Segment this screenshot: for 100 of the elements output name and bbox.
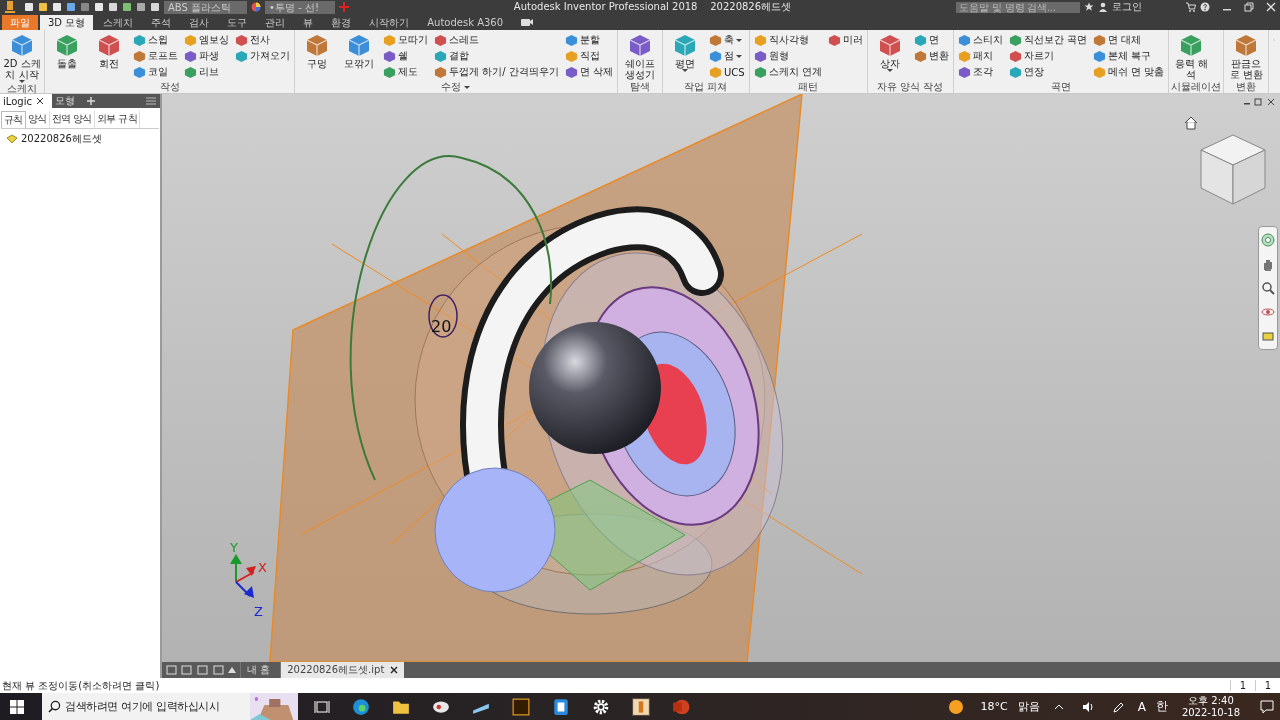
panel-title[interactable]: 시뮬레이션: [1171, 81, 1222, 93]
caret-icon[interactable]: [464, 85, 471, 89]
rule-tab[interactable]: 양식: [25, 111, 50, 128]
close-icon[interactable]: [390, 666, 399, 674]
input-indicator[interactable]: 한: [1155, 698, 1168, 715]
ribbon-button[interactable]: 전사: [233, 32, 292, 48]
material-dropdown[interactable]: ABS 플라스틱: [164, 0, 248, 14]
window-controls-icon[interactable]: [1244, 98, 1274, 106]
clock-time[interactable]: 오후 2:40: [1188, 694, 1234, 707]
tree-item[interactable]: 20220826헤드셋: [21, 132, 102, 146]
weather-temperature[interactable]: 18°C: [980, 700, 1008, 713]
ribbon-button[interactable]: 조각: [955, 64, 1005, 80]
ribbon-button[interactable]: 돌출: [47, 32, 87, 81]
document-tab[interactable]: 20220826헤드셋.ipt: [280, 662, 405, 678]
ribbon-button[interactable]: 스케치 연계: [751, 64, 824, 80]
ribbon-tab[interactable]: 뷰: [295, 15, 322, 30]
ribbon-button[interactable]: 응력 해석: [1171, 32, 1212, 81]
ribbon-button[interactable]: 리브: [182, 64, 231, 80]
ribbon-button[interactable]: 축: [706, 32, 747, 48]
ribbon-button[interactable]: 면 삭제: [562, 64, 615, 80]
ribbon-button[interactable]: 회전: [89, 32, 129, 81]
panel-title[interactable]: 스케치: [7, 83, 37, 95]
ribbon-tab[interactable]: 환경: [323, 15, 360, 30]
home-icon[interactable]: [1184, 116, 1198, 130]
ribbon-button[interactable]: 상자: [869, 32, 910, 81]
ribbon-button[interactable]: 엠보싱: [182, 32, 231, 48]
ribbon-button[interactable]: 분할: [562, 32, 615, 48]
ribbon-button[interactable]: 자르기: [1006, 48, 1089, 64]
settings-icon[interactable]: [592, 697, 610, 716]
ribbon-button[interactable]: 2D 스케치 시작: [2, 32, 42, 83]
star-icon[interactable]: [1084, 2, 1094, 12]
ribbon-button[interactable]: 메쉬 면 맞춤: [1090, 64, 1167, 80]
ribbon-button[interactable]: 쉘: [381, 48, 430, 64]
ribbon-button[interactable]: 패치: [955, 48, 1005, 64]
ribbon-tab[interactable]: 시작하기: [361, 15, 418, 30]
ribbon-button[interactable]: 원형: [751, 48, 824, 64]
browser-tab[interactable]: iLogic: [0, 94, 52, 108]
ribbon-tab[interactable]: 관리: [257, 15, 294, 30]
ribbon-button[interactable]: 결합: [432, 48, 561, 64]
camera-icon[interactable]: [521, 17, 534, 27]
ribbon-button[interactable]: 모따기: [381, 32, 430, 48]
ribbon-button[interactable]: UCS: [706, 64, 747, 80]
input-indicator[interactable]: A: [1137, 699, 1146, 714]
ribbon-button[interactable]: 본체 복구: [1090, 48, 1167, 64]
ribbon-button[interactable]: 미러: [825, 32, 865, 48]
presentation-icon[interactable]: [672, 697, 690, 716]
notification-icon[interactable]: [1260, 699, 1274, 714]
panel-title[interactable]: 작업 피쳐: [684, 81, 728, 93]
ribbon-button[interactable]: 점: [706, 48, 747, 64]
restore-icon[interactable]: [1244, 2, 1254, 12]
ribbon-button[interactable]: 면 대체: [1090, 32, 1167, 48]
panel-title[interactable]: 탐색: [629, 81, 650, 93]
zoom-icon[interactable]: [1261, 281, 1275, 295]
search-field[interactable]: 검색하려면 여기에 입력하십시시: [65, 700, 246, 713]
app-icon[interactable]: [632, 697, 650, 716]
panel-title[interactable]: 패턴: [798, 81, 819, 93]
ribbon-button[interactable]: 모깎기: [339, 32, 379, 81]
cart-icon[interactable]: [1186, 2, 1196, 12]
ribbon-tab[interactable]: 검사: [181, 15, 218, 30]
ribbon-button[interactable]: 가져오기: [233, 48, 292, 64]
panel-title[interactable]: 작성: [159, 81, 180, 93]
plus-icon[interactable]: [86, 97, 95, 105]
ribbon-button[interactable]: 파생: [182, 48, 231, 64]
task-view-icon[interactable]: [314, 698, 330, 715]
ribbon-button[interactable]: 평면: [664, 32, 705, 81]
ribbon-tab[interactable]: 도구: [219, 15, 256, 30]
ribbon-button[interactable]: 구멍: [297, 32, 337, 81]
user-icon[interactable]: [1098, 2, 1108, 12]
ribbon-button[interactable]: 연장: [1006, 64, 1089, 80]
steering-wheel-icon[interactable]: [1261, 233, 1275, 247]
start-icon[interactable]: [10, 699, 24, 714]
ribbon-tab[interactable]: 스케치: [95, 15, 142, 30]
ribbon-button[interactable]: 직사각형: [751, 32, 824, 48]
ribbon-button[interactable]: 면: [911, 32, 951, 48]
rule-tab[interactable]: 전역 양식: [49, 111, 95, 128]
ribbon-tab[interactable]: 주석: [143, 15, 180, 30]
hand-icon[interactable]: [1261, 257, 1275, 271]
help-icon[interactable]: [1200, 2, 1210, 12]
panel-title[interactable]: 수정: [441, 81, 462, 93]
rule-tab[interactable]: 외부 규칙: [94, 111, 140, 128]
browser-tab[interactable]: 모형: [51, 94, 83, 108]
ribbon-button[interactable]: 두껍게 하기/ 간격띄우기: [432, 64, 561, 80]
ribbon-button[interactable]: 스레드: [432, 32, 561, 48]
color-wheel-icon[interactable]: [251, 2, 262, 12]
ribbon-button[interactable]: 로프트: [131, 48, 180, 64]
window-layout-icon[interactable]: [166, 665, 236, 675]
taskbar-search-bar[interactable]: 검색하려면 여기에 입력하십시시: [42, 693, 298, 720]
panel-title[interactable]: 곡면: [1051, 81, 1072, 93]
ribbon-button[interactable]: 직선보간 곡면: [1006, 32, 1089, 48]
ribbon-tab[interactable]: Autodesk A360: [419, 15, 512, 30]
ribbon-button[interactable]: 변환: [911, 48, 951, 64]
ribbon-tab[interactable]: 3D 모형: [40, 15, 94, 30]
ribbon-button[interactable]: 판금으로 변환: [1226, 32, 1267, 81]
ribbon-button[interactable]: 쉐이프 생성기: [619, 32, 660, 81]
ribbon-button[interactable]: 코일: [131, 64, 180, 80]
rule-tab[interactable]: 규칙: [1, 111, 26, 128]
ribbon-button[interactable]: 제도: [381, 64, 430, 80]
login-link[interactable]: 로그인: [1112, 0, 1142, 14]
ribbon-button[interactable]: 직접: [562, 48, 615, 64]
weather-condition[interactable]: 맑음: [1017, 699, 1040, 714]
